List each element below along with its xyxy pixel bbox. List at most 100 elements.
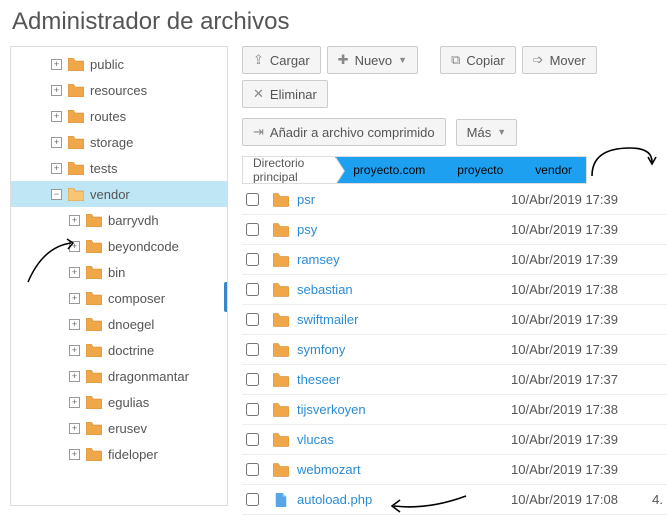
delete-button[interactable]: ✕ Eliminar	[242, 80, 328, 108]
file-name[interactable]: vlucas	[297, 432, 511, 447]
tree-node-vendor[interactable]: −vendor	[11, 181, 227, 207]
expand-icon[interactable]: +	[69, 293, 80, 304]
more-label: Más	[467, 125, 492, 140]
tree-label: resources	[90, 83, 147, 98]
file-name[interactable]: swiftmailer	[297, 312, 511, 327]
row-checkbox[interactable]	[246, 343, 259, 356]
collapse-icon[interactable]: −	[51, 189, 62, 200]
expand-icon[interactable]: +	[51, 59, 62, 70]
tree-label: bin	[108, 265, 125, 280]
file-row[interactable]: swiftmailer10/Abr/2019 17:39	[242, 305, 667, 335]
folder-icon	[86, 240, 102, 253]
folder-icon	[273, 283, 289, 297]
breadcrumb-root[interactable]: Directorio principal	[243, 157, 335, 183]
row-checkbox[interactable]	[246, 433, 259, 446]
new-button[interactable]: ✚ Nuevo ▼	[327, 46, 418, 74]
file-name[interactable]: tijsverkoyen	[297, 402, 511, 417]
breadcrumb-seg-0[interactable]: proyecto.com	[335, 157, 439, 183]
tree-node-barryvdh[interactable]: +barryvdh	[11, 207, 227, 233]
file-size: 4.	[639, 492, 663, 507]
row-checkbox[interactable]	[246, 403, 259, 416]
expand-icon[interactable]: +	[69, 449, 80, 460]
file-name[interactable]: symfony	[297, 342, 511, 357]
row-checkbox[interactable]	[246, 373, 259, 386]
row-checkbox[interactable]	[246, 193, 259, 206]
file-name[interactable]: sebastian	[297, 282, 511, 297]
expand-icon[interactable]: +	[51, 137, 62, 148]
file-date: 10/Abr/2019 17:39	[511, 342, 639, 357]
file-row[interactable]: theseer10/Abr/2019 17:37	[242, 365, 667, 395]
compress-button[interactable]: ⇥ Añadir a archivo comprimido	[242, 118, 446, 146]
file-date: 10/Abr/2019 17:08	[511, 492, 639, 507]
file-row[interactable]: psy10/Abr/2019 17:39	[242, 215, 667, 245]
delete-icon: ✕	[253, 86, 264, 102]
expand-icon[interactable]: +	[69, 267, 80, 278]
tree-node-public[interactable]: +public	[11, 51, 227, 77]
breadcrumb-seg-1[interactable]: proyecto	[439, 157, 517, 183]
row-checkbox[interactable]	[246, 223, 259, 236]
expand-icon[interactable]: +	[51, 111, 62, 122]
expand-icon[interactable]: +	[69, 319, 80, 330]
tree-node-composer[interactable]: +composer	[11, 285, 227, 311]
file-date: 10/Abr/2019 17:37	[511, 372, 639, 387]
file-date: 10/Abr/2019 17:39	[511, 192, 639, 207]
expand-icon[interactable]: +	[69, 241, 80, 252]
file-row[interactable]: vlucas10/Abr/2019 17:39	[242, 425, 667, 455]
tree-label: egulias	[108, 395, 149, 410]
row-checkbox[interactable]	[246, 283, 259, 296]
chevron-down-icon: ▼	[398, 55, 407, 65]
upload-button[interactable]: ⇪ Cargar	[242, 46, 321, 74]
breadcrumb-seg-2[interactable]: vendor	[517, 157, 586, 183]
expand-icon[interactable]: +	[51, 85, 62, 96]
tree-node-storage[interactable]: +storage	[11, 129, 227, 155]
folder-tree[interactable]: +public+resources+routes+storage+tests−v…	[10, 46, 228, 506]
file-row[interactable]: webmozart10/Abr/2019 17:39	[242, 455, 667, 485]
folder-icon	[273, 463, 289, 477]
expand-icon[interactable]: +	[69, 423, 80, 434]
copy-button[interactable]: ⧉ Copiar	[440, 46, 516, 74]
tree-node-erusev[interactable]: +erusev	[11, 415, 227, 441]
row-checkbox[interactable]	[246, 493, 259, 506]
tree-node-beyondcode[interactable]: +beyondcode	[11, 233, 227, 259]
file-name[interactable]: ramsey	[297, 252, 511, 267]
tree-node-routes[interactable]: +routes	[11, 103, 227, 129]
file-row[interactable]: tijsverkoyen10/Abr/2019 17:38	[242, 395, 667, 425]
file-row[interactable]: autoload.php10/Abr/2019 17:084.	[242, 485, 667, 515]
tree-node-egulias[interactable]: + egulias	[11, 389, 227, 415]
folder-icon	[68, 162, 84, 175]
tree-label: tests	[90, 161, 117, 176]
tree-node-bin[interactable]: + bin	[11, 259, 227, 285]
chevron-down-icon: ▼	[497, 127, 506, 137]
move-button[interactable]: ➩ Mover	[522, 46, 597, 74]
folder-icon	[273, 343, 289, 357]
expand-icon[interactable]: +	[69, 371, 80, 382]
breadcrumb[interactable]: Directorio principal proyecto.com proyec…	[242, 156, 587, 184]
file-row[interactable]: sebastian10/Abr/2019 17:38	[242, 275, 667, 305]
folder-open-icon	[68, 188, 84, 201]
expand-icon[interactable]: +	[69, 397, 80, 408]
tree-node-tests[interactable]: + tests	[11, 155, 227, 181]
tree-node-doctrine[interactable]: +doctrine	[11, 337, 227, 363]
expand-icon[interactable]: +	[69, 345, 80, 356]
file-name[interactable]: webmozart	[297, 462, 511, 477]
tree-node-dnoegel[interactable]: +dnoegel	[11, 311, 227, 337]
more-button[interactable]: Más ▼	[456, 119, 517, 146]
expand-icon[interactable]: +	[51, 163, 62, 174]
file-row[interactable]: psr10/Abr/2019 17:39	[242, 185, 667, 215]
tree-node-resources[interactable]: + resources	[11, 77, 227, 103]
file-name[interactable]: psy	[297, 222, 511, 237]
row-checkbox[interactable]	[246, 313, 259, 326]
file-name[interactable]: autoload.php	[297, 492, 511, 507]
row-checkbox[interactable]	[246, 253, 259, 266]
tree-node-fideloper[interactable]: +fideloper	[11, 441, 227, 467]
expand-icon[interactable]: +	[69, 215, 80, 226]
file-row[interactable]: ramsey10/Abr/2019 17:39	[242, 245, 667, 275]
tree-node-dragonmantar[interactable]: +dragonmantar	[11, 363, 227, 389]
file-name[interactable]: psr	[297, 192, 511, 207]
file-date: 10/Abr/2019 17:38	[511, 282, 639, 297]
file-date: 10/Abr/2019 17:39	[511, 312, 639, 327]
row-checkbox[interactable]	[246, 463, 259, 476]
file-row[interactable]: symfony10/Abr/2019 17:39	[242, 335, 667, 365]
folder-icon	[273, 253, 289, 267]
file-name[interactable]: theseer	[297, 372, 511, 387]
